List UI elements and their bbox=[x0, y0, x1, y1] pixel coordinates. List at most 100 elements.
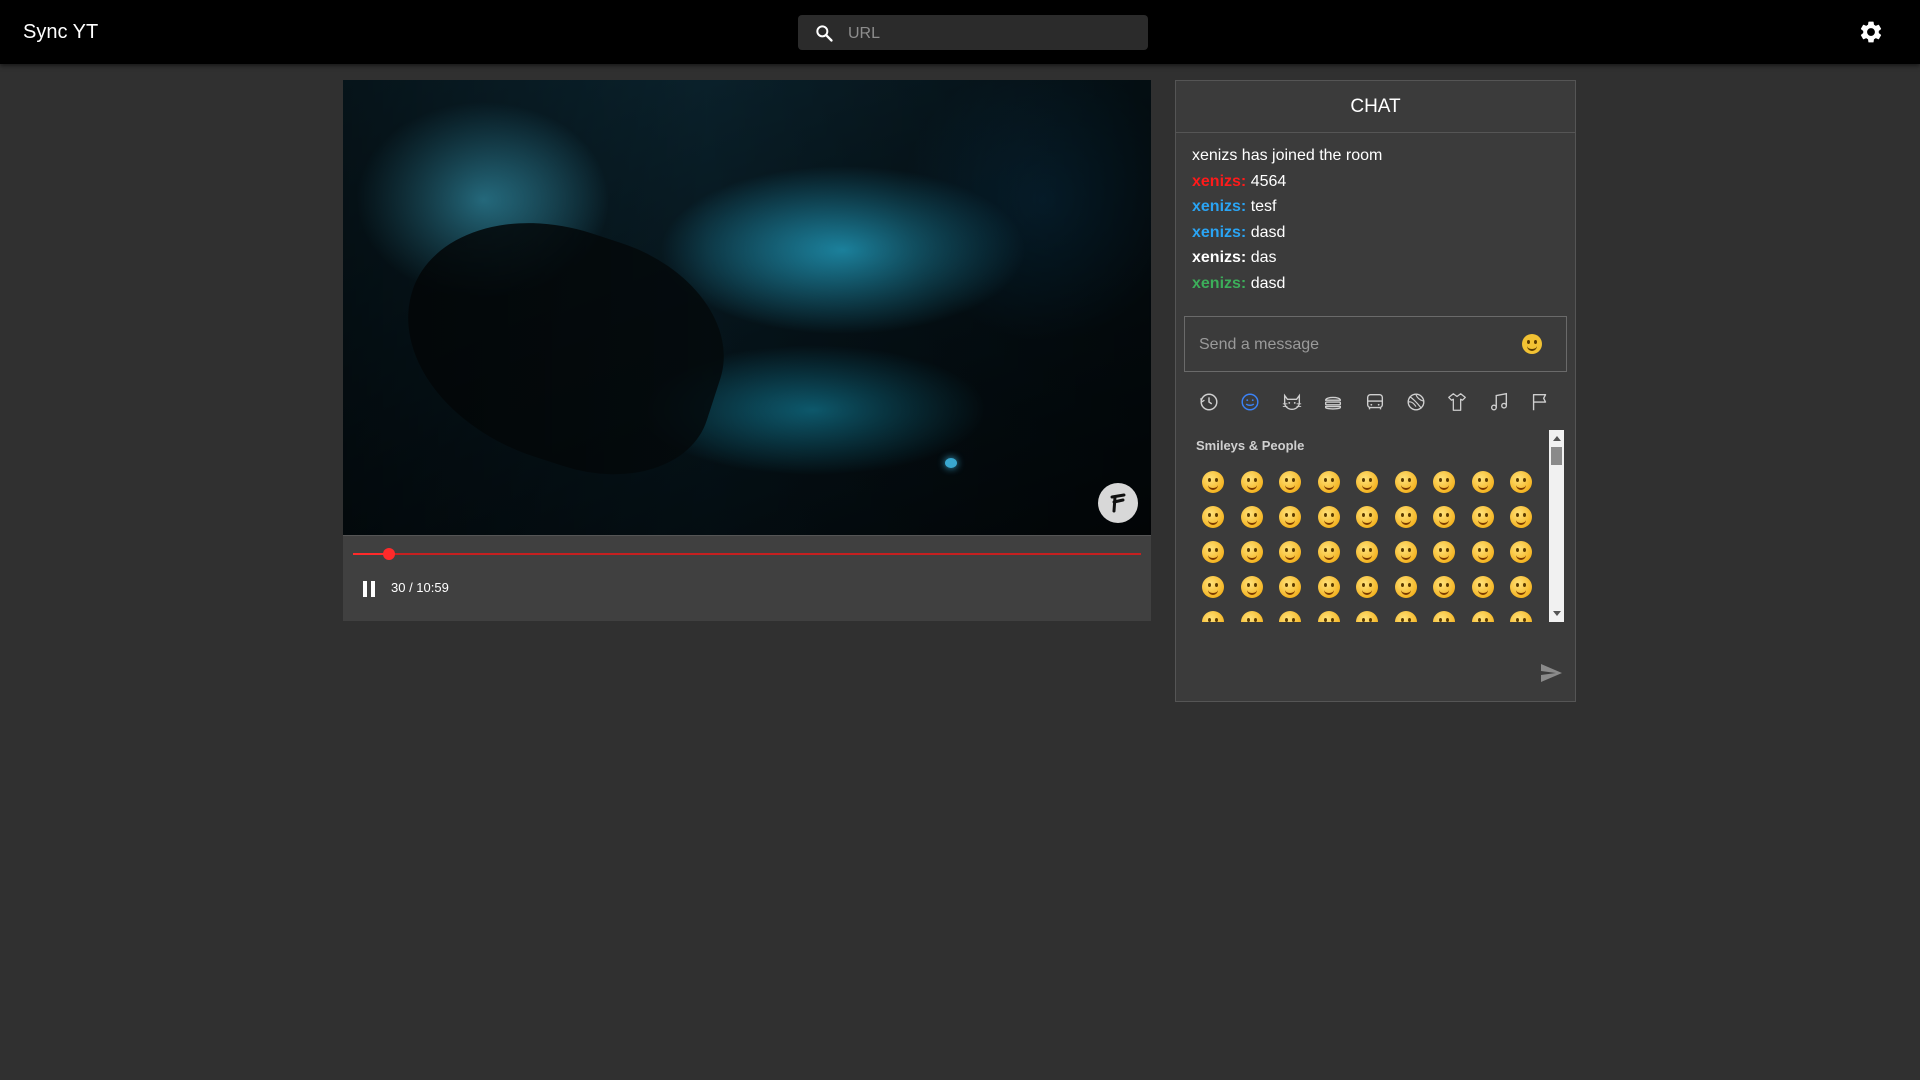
emoji-button[interactable] bbox=[1502, 534, 1540, 569]
smiley-icon bbox=[1317, 610, 1340, 622]
emoji-scrollbar[interactable] bbox=[1549, 430, 1564, 622]
emoji-toggle-icon[interactable] bbox=[1522, 334, 1542, 354]
emoji-button[interactable] bbox=[1464, 604, 1502, 622]
emoji-button[interactable] bbox=[1310, 464, 1348, 499]
emoji-button[interactable] bbox=[1464, 569, 1502, 604]
category-symbols[interactable] bbox=[1482, 385, 1516, 419]
video-frame[interactable] bbox=[343, 80, 1151, 535]
emoji-button[interactable] bbox=[1233, 569, 1271, 604]
smiley-icon bbox=[1510, 505, 1532, 528]
smiley-icon bbox=[1279, 505, 1301, 528]
category-activity[interactable] bbox=[1399, 385, 1433, 419]
emoji-button[interactable] bbox=[1310, 569, 1348, 604]
emoji-button[interactable] bbox=[1387, 604, 1425, 622]
emoji-button[interactable] bbox=[1194, 569, 1232, 604]
emoji-button[interactable] bbox=[1194, 534, 1232, 569]
emoji-button[interactable] bbox=[1464, 464, 1502, 499]
pause-icon bbox=[363, 581, 367, 597]
smiley-icon bbox=[1202, 470, 1224, 493]
url-input[interactable] bbox=[846, 15, 1140, 52]
smiley-icon bbox=[1240, 575, 1263, 598]
pause-button[interactable] bbox=[363, 581, 377, 597]
smiley-icon bbox=[1433, 575, 1455, 598]
smiley-icon bbox=[1279, 540, 1301, 563]
emoji-section-title: Smileys & People bbox=[1196, 438, 1305, 453]
emoji-button[interactable] bbox=[1464, 499, 1502, 534]
emoji-button[interactable] bbox=[1387, 534, 1425, 569]
watermark-logo-button[interactable] bbox=[1098, 483, 1138, 523]
smiley-icon bbox=[1471, 470, 1494, 493]
emoji-button[interactable] bbox=[1310, 604, 1348, 622]
smiley-icon bbox=[1471, 540, 1494, 563]
gear-icon[interactable] bbox=[1858, 19, 1884, 45]
emoji-button[interactable] bbox=[1348, 604, 1386, 622]
emoji-button[interactable] bbox=[1425, 534, 1463, 569]
emoji-button[interactable] bbox=[1387, 499, 1425, 534]
flags-icon bbox=[1532, 393, 1547, 411]
smileys-icon bbox=[1241, 393, 1259, 411]
scroll-up-icon[interactable] bbox=[1553, 436, 1561, 441]
smiley-icon bbox=[1202, 505, 1224, 528]
message-input[interactable] bbox=[1197, 317, 1511, 373]
emoji-button[interactable] bbox=[1502, 569, 1540, 604]
emoji-button[interactable] bbox=[1233, 534, 1271, 569]
emoji-button[interactable] bbox=[1271, 464, 1309, 499]
emoji-button[interactable] bbox=[1425, 569, 1463, 604]
emoji-button[interactable] bbox=[1194, 604, 1232, 622]
category-travel[interactable] bbox=[1358, 385, 1392, 419]
emoji-button[interactable] bbox=[1502, 464, 1540, 499]
chat-message: xenizs: dasd bbox=[1192, 271, 1559, 297]
smiley-icon bbox=[1317, 505, 1340, 528]
emoji-button[interactable] bbox=[1348, 534, 1386, 569]
smiley-icon bbox=[1433, 505, 1455, 528]
smiley-icon bbox=[1471, 610, 1494, 622]
emoji-button[interactable] bbox=[1348, 569, 1386, 604]
emoji-button[interactable] bbox=[1310, 499, 1348, 534]
recent-icon bbox=[1200, 393, 1218, 411]
emoji-button[interactable] bbox=[1271, 604, 1309, 622]
emoji-button[interactable] bbox=[1348, 499, 1386, 534]
smiley-icon bbox=[1356, 470, 1378, 493]
send-icon[interactable] bbox=[1539, 661, 1563, 685]
emoji-list[interactable]: Smileys & People bbox=[1184, 430, 1565, 622]
time-display: 30 / 10:59 bbox=[391, 580, 449, 595]
emoji-button[interactable] bbox=[1233, 499, 1271, 534]
emoji-button[interactable] bbox=[1233, 604, 1271, 622]
emoji-button[interactable] bbox=[1502, 604, 1540, 622]
scroll-down-icon[interactable] bbox=[1553, 611, 1561, 616]
seek-thumb[interactable] bbox=[383, 548, 396, 560]
emoji-button[interactable] bbox=[1425, 499, 1463, 534]
emoji-button[interactable] bbox=[1502, 499, 1540, 534]
app-title: Sync YT bbox=[23, 21, 99, 43]
seek-bar[interactable] bbox=[353, 548, 1141, 560]
video-shade bbox=[343, 80, 1151, 535]
emoji-button[interactable] bbox=[1464, 534, 1502, 569]
emoji-button[interactable] bbox=[1271, 499, 1309, 534]
emoji-button[interactable] bbox=[1425, 464, 1463, 499]
smiley-icon bbox=[1471, 575, 1494, 598]
category-objects[interactable] bbox=[1440, 385, 1474, 419]
url-search-bar[interactable] bbox=[798, 15, 1148, 52]
activity-icon bbox=[1407, 393, 1425, 411]
emoji-picker: Smileys & People bbox=[1184, 385, 1565, 630]
emoji-button[interactable] bbox=[1387, 464, 1425, 499]
emoji-button[interactable] bbox=[1194, 499, 1232, 534]
smiley-icon bbox=[1510, 470, 1532, 493]
category-smileys[interactable] bbox=[1233, 385, 1267, 419]
emoji-button[interactable] bbox=[1425, 604, 1463, 622]
scroll-thumb[interactable] bbox=[1551, 447, 1562, 465]
emoji-button[interactable] bbox=[1310, 534, 1348, 569]
category-recent[interactable] bbox=[1192, 385, 1226, 419]
category-animals[interactable] bbox=[1275, 385, 1309, 419]
emoji-button[interactable] bbox=[1194, 464, 1232, 499]
video-player[interactable]: 30 / 10:59 bbox=[343, 80, 1151, 621]
category-food[interactable] bbox=[1316, 385, 1350, 419]
message-user: xenizs: bbox=[1192, 274, 1247, 292]
emoji-button[interactable] bbox=[1271, 534, 1309, 569]
chat-messages: xenizs has joined the room xenizs: 4564 … bbox=[1176, 133, 1575, 296]
emoji-button[interactable] bbox=[1233, 464, 1271, 499]
emoji-button[interactable] bbox=[1348, 464, 1386, 499]
category-flags[interactable] bbox=[1523, 385, 1557, 419]
emoji-button[interactable] bbox=[1271, 569, 1309, 604]
emoji-button[interactable] bbox=[1387, 569, 1425, 604]
